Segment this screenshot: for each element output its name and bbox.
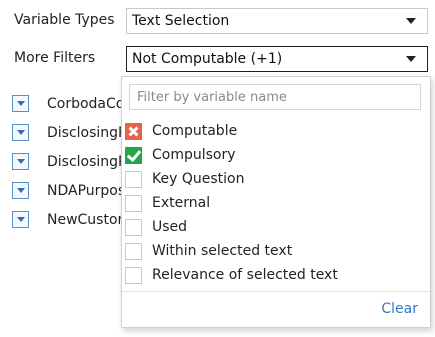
option-label: Key Question — [152, 171, 245, 187]
variable-list: CorbodaCo DisclosingP DisclosingP NDAPur… — [12, 89, 127, 234]
expand-icon[interactable] — [12, 211, 29, 228]
expand-icon[interactable] — [12, 124, 29, 141]
variable-types-label: Variable Types — [14, 12, 115, 28]
option-label: External — [152, 195, 211, 211]
option-relevance-of-selected-text[interactable]: Relevance of selected text — [125, 263, 338, 287]
option-label: Compulsory — [152, 147, 236, 163]
chevron-down-icon — [406, 56, 416, 62]
checkbox[interactable] — [125, 194, 142, 212]
list-item: DisclosingP — [12, 147, 127, 176]
list-item: CorbodaCo — [12, 89, 127, 118]
variable-name[interactable]: NDAPurpos — [47, 183, 125, 199]
more-filters-label: More Filters — [14, 50, 96, 66]
option-used[interactable]: Used — [125, 215, 338, 239]
variable-name[interactable]: DisclosingP — [47, 154, 127, 170]
option-label: Relevance of selected text — [152, 267, 338, 283]
option-label: Within selected text — [152, 243, 293, 259]
variable-name[interactable]: DisclosingP — [47, 125, 127, 141]
chevron-down-icon — [406, 18, 416, 24]
divider — [122, 291, 430, 292]
variable-types-value: Text Selection — [132, 13, 230, 29]
filter-search-input[interactable] — [129, 84, 421, 110]
checkbox[interactable] — [125, 242, 142, 260]
variable-types-select[interactable]: Text Selection — [126, 8, 428, 34]
list-item: NewCustor — [12, 205, 127, 234]
list-item: NDAPurpos — [12, 176, 127, 205]
expand-icon[interactable] — [12, 153, 29, 170]
option-external[interactable]: External — [125, 191, 338, 215]
checkbox[interactable] — [125, 218, 142, 236]
excluded-checkbox-icon[interactable] — [125, 122, 142, 140]
filter-panel: Variable Types Text Selection More Filte… — [0, 0, 435, 337]
option-computable[interactable]: Computable — [125, 119, 338, 143]
checked-checkbox-icon[interactable] — [125, 146, 142, 164]
list-item: DisclosingP — [12, 118, 127, 147]
clear-button[interactable]: Clear — [381, 301, 418, 317]
more-filters-value: Not Computable (+1) — [132, 51, 283, 67]
variable-name[interactable]: NewCustor — [47, 212, 123, 228]
option-label: Used — [152, 219, 188, 235]
expand-icon[interactable] — [12, 95, 29, 112]
checkbox[interactable] — [125, 170, 142, 188]
option-within-selected-text[interactable]: Within selected text — [125, 239, 338, 263]
variable-name[interactable]: CorbodaCo — [47, 96, 124, 112]
more-filters-dropdown: Computable Compulsory Key Question Exter… — [121, 76, 431, 328]
filter-options: Computable Compulsory Key Question Exter… — [125, 119, 338, 287]
option-compulsory[interactable]: Compulsory — [125, 143, 338, 167]
option-key-question[interactable]: Key Question — [125, 167, 338, 191]
more-filters-select[interactable]: Not Computable (+1) — [126, 46, 428, 72]
option-label: Computable — [152, 123, 238, 139]
checkbox[interactable] — [125, 266, 142, 284]
expand-icon[interactable] — [12, 182, 29, 199]
